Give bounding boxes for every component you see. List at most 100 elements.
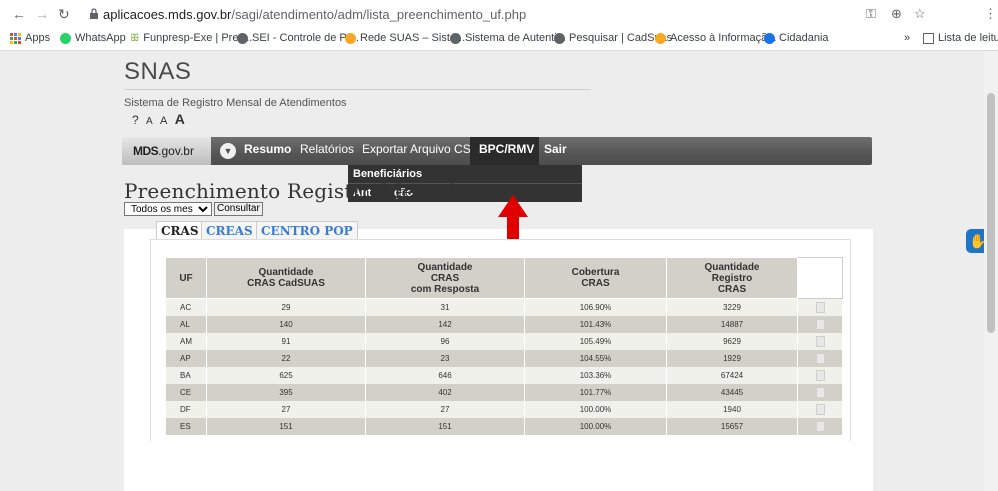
document-icon[interactable] — [815, 387, 825, 398]
cell-uf: AM — [165, 333, 207, 350]
document-icon[interactable] — [815, 319, 825, 330]
bookmark-rede-suas[interactable]: Rede SUAS – Siste... — [345, 32, 465, 44]
font-medium[interactable]: A — [160, 115, 169, 127]
cell-cobertura: 104.55% — [524, 350, 667, 367]
cras-table: UF Quantidade CRAS CadSUAS Quantidade CRAS… — [165, 257, 843, 435]
document-icon[interactable] — [815, 421, 825, 432]
bookmark-funpresp[interactable]: ꕥ Funpresp-Exe | Prev... — [130, 32, 252, 44]
tab-creas[interactable]: CREAS — [201, 221, 258, 240]
page-scrollbar[interactable] — [984, 51, 998, 491]
cell-qtd-registro: 1929 — [666, 350, 798, 367]
header-text: CRAS — [717, 283, 747, 295]
table-row: DF 27 27 100.00% 1940 — [165, 401, 843, 418]
header-text: UF — [179, 272, 193, 284]
reading-list-label: Lista de leitura — [938, 32, 998, 44]
col-qtd-resposta: Quantidade CRAS com Resposta — [365, 257, 525, 299]
chevron-down-icon[interactable]: ▼ — [220, 143, 236, 159]
tab-cras[interactable]: CRAS — [156, 221, 204, 240]
font-size-controls[interactable]: ? A A A — [132, 111, 187, 127]
header-text: Cobertura — [571, 267, 620, 278]
bookmark-label: Apps — [25, 32, 51, 44]
table-row: AC 29 31 106.90% 3229 — [165, 298, 843, 316]
cell-cobertura: 101.43% — [524, 316, 667, 333]
cell-action — [797, 384, 843, 401]
title-divider — [124, 89, 591, 90]
cell-qtd-registro: 1940 — [666, 401, 798, 418]
reading-list[interactable]: Lista de leitura — [923, 32, 998, 44]
cell-qtd-cadsuas: 27 — [206, 401, 366, 418]
nav-bpc-rmv[interactable]: BPC/RMV — [479, 142, 534, 156]
cell-action — [797, 333, 843, 350]
nav-exportar-csv[interactable]: Exportar Arquivo CSV — [362, 142, 479, 156]
reload-icon[interactable]: ↻ — [58, 6, 70, 22]
cell-action — [797, 350, 843, 367]
scrollbar-thumb[interactable] — [987, 93, 995, 333]
cell-uf: DF — [165, 401, 207, 418]
url-path: /sagi/atendimento/adm/lista_preenchiment… — [231, 7, 527, 22]
cell-qtd-registro: 15657 — [666, 418, 798, 435]
suas-icon — [655, 32, 666, 44]
bookmarks-overflow[interactable]: » — [904, 32, 910, 44]
table-row: AL 140 142 101.43% 14887 — [165, 316, 843, 333]
cell-uf: CE — [165, 384, 207, 401]
bookmark-whatsapp[interactable]: WhatsApp — [60, 32, 126, 44]
whatsapp-icon — [60, 32, 71, 44]
cell-uf: BA — [165, 367, 207, 384]
lock-icon — [90, 8, 98, 19]
menu-kebab-icon[interactable]: ⋮ — [984, 6, 997, 22]
document-icon[interactable] — [815, 302, 825, 313]
cell-cobertura: 101.77% — [524, 384, 667, 401]
key-icon[interactable]: ⚿ — [866, 6, 876, 22]
globe-icon — [450, 32, 461, 44]
back-arrow-icon[interactable]: ← — [12, 6, 26, 22]
forward-arrow-icon[interactable]: → — [35, 6, 49, 22]
cell-qtd-cadsuas: 22 — [206, 350, 366, 367]
document-icon[interactable] — [815, 353, 825, 364]
cell-action — [797, 418, 843, 435]
site-subtitle: Sistema de Registro Mensal de Atendiment… — [124, 97, 347, 109]
cidadania-icon — [764, 32, 775, 44]
cell-uf: ES — [165, 418, 207, 435]
star-icon[interactable]: ☆ — [914, 6, 926, 22]
cell-cobertura: 103.36% — [524, 367, 667, 384]
table-header-row: UF Quantidade CRAS CadSUAS Quantidade CRAS… — [165, 257, 843, 299]
cell-uf: AL — [165, 316, 207, 333]
document-icon[interactable] — [815, 370, 825, 381]
cell-qtd-cadsuas: 151 — [206, 418, 366, 435]
bookmarks-bar: Apps WhatsApp ꕥ Funpresp-Exe | Prev... S… — [0, 28, 998, 51]
help-icon[interactable]: ? — [132, 113, 141, 127]
bookmark-cidadania[interactable]: Cidadania — [764, 32, 829, 44]
cell-qtd-registro: 43445 — [666, 384, 798, 401]
bookmark-apps[interactable]: Apps — [10, 32, 50, 44]
cell-qtd-resposta: 151 — [365, 418, 525, 435]
bookmark-sei[interactable]: SEI - Controle de Pr... — [237, 32, 359, 44]
document-icon[interactable] — [815, 404, 825, 415]
header-text: Quantidade — [417, 261, 473, 273]
header-text: CRAS — [581, 278, 610, 289]
consult-button[interactable]: Consultar — [214, 202, 263, 216]
nav-relatorios[interactable]: Relatórios — [300, 142, 354, 156]
tab-centro-pop[interactable]: CENTRO POP — [256, 221, 358, 240]
table-row: CE 395 402 101.77% 43445 — [165, 384, 843, 401]
funpresp-icon: ꕥ — [130, 32, 140, 44]
nav-sair[interactable]: Sair — [544, 142, 567, 156]
url-host: aplicacoes.mds.gov.br — [103, 7, 232, 22]
mds-logo[interactable]: MDS.gov.br — [122, 137, 211, 165]
month-filter-select[interactable]: Todos os meses — [124, 202, 212, 216]
bookmark-autenticacao[interactable]: Sistema de Autenti... — [450, 32, 566, 44]
main-nav: MDS.gov.br ▼ Resumo Relatórios Exportar … — [122, 137, 872, 165]
font-large[interactable]: A — [175, 111, 187, 127]
document-icon[interactable] — [815, 336, 825, 347]
cell-qtd-cadsuas: 29 — [206, 298, 366, 316]
overflow-chevron: » — [904, 32, 911, 44]
cell-qtd-resposta: 27 — [365, 401, 525, 418]
zoom-icon[interactable]: ⊕ — [891, 6, 902, 22]
url-bar[interactable]: aplicacoes.mds.gov.br/sagi/atendimento/a… — [103, 7, 526, 22]
cell-qtd-resposta: 31 — [365, 298, 525, 316]
header-text: CRAS — [430, 272, 460, 284]
bookmark-acesso-informacao[interactable]: Acesso à Informaçã... — [655, 32, 776, 44]
font-small[interactable]: A — [146, 116, 155, 127]
cell-action — [797, 298, 843, 316]
nav-resumo[interactable]: Resumo — [244, 142, 291, 156]
cell-qtd-resposta: 646 — [365, 367, 525, 384]
